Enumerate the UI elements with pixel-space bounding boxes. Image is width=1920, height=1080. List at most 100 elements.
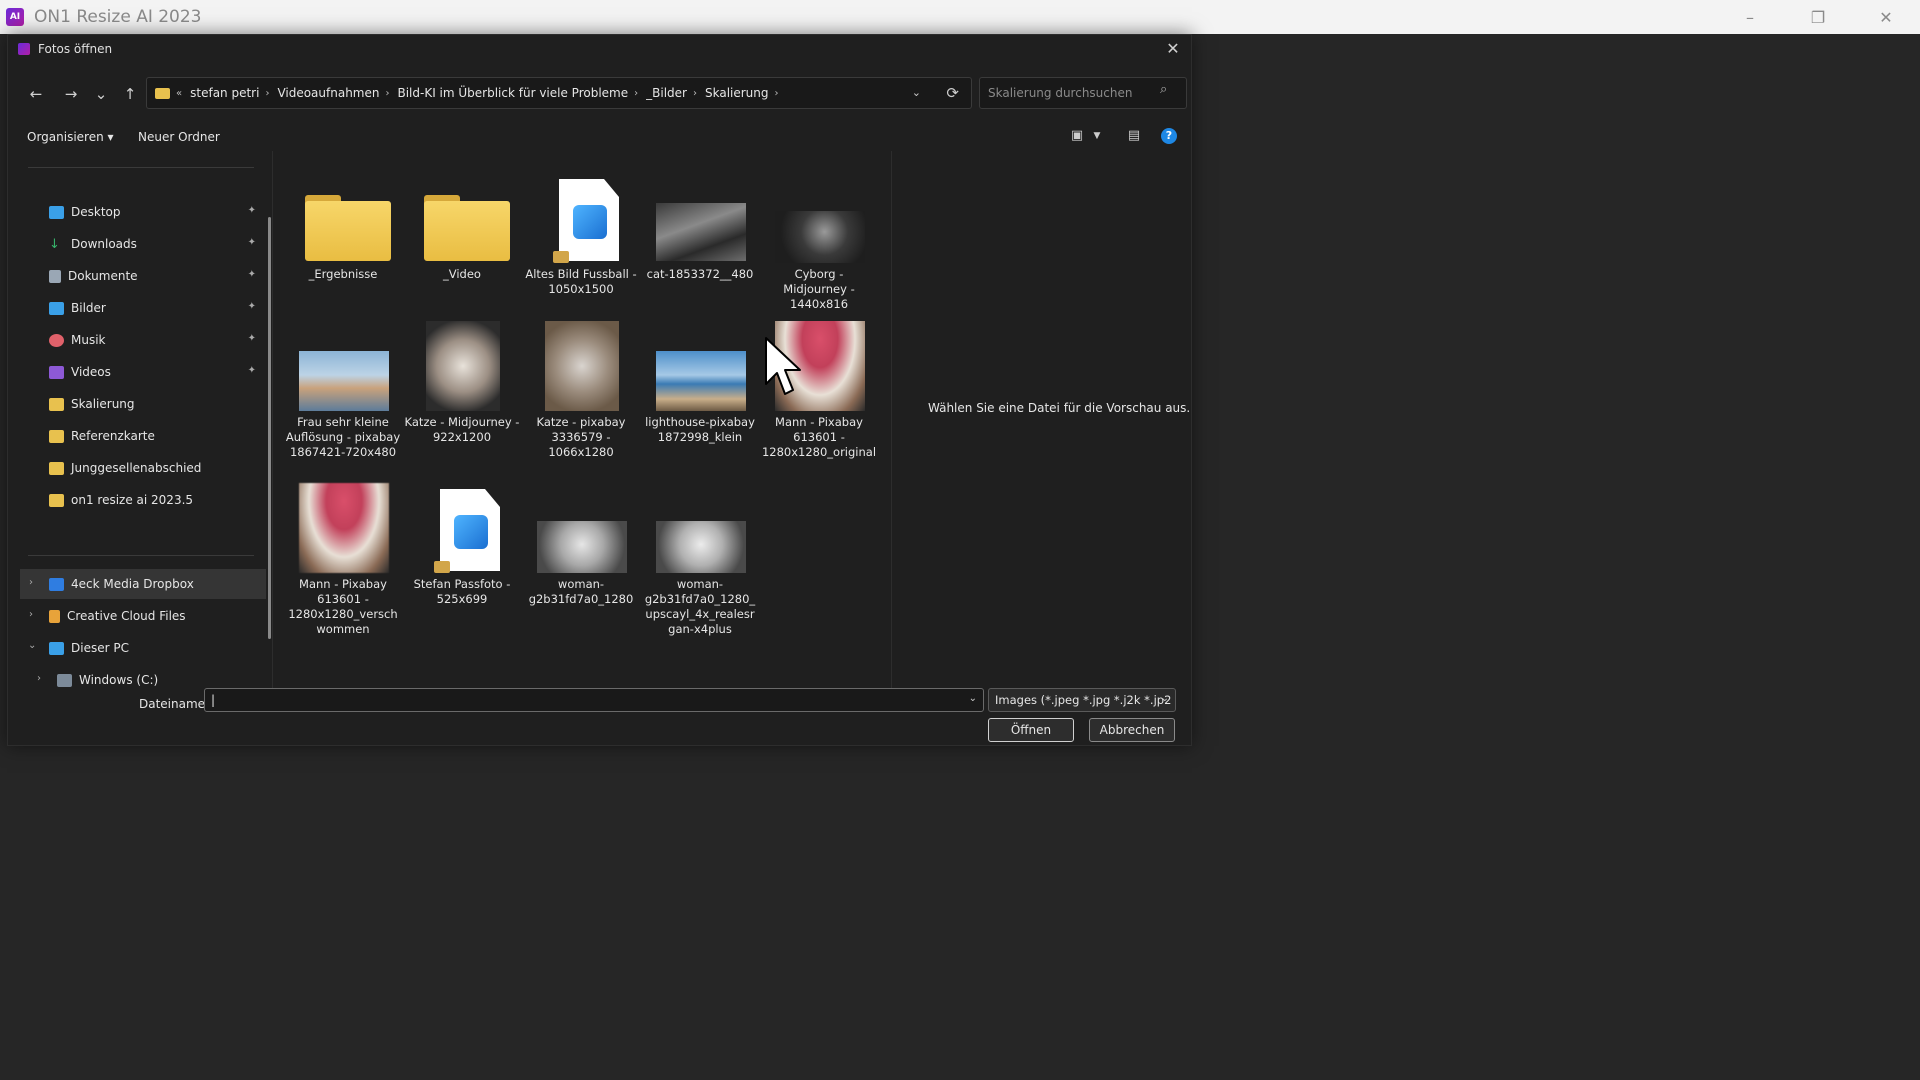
folder-icon [404,167,520,265]
photo-thumbnail [523,477,639,575]
photo-thumbnail [523,315,639,413]
back-button[interactable]: ← [25,83,47,105]
address-dropdown-icon[interactable]: ⌄ [912,86,921,99]
videos-icon [49,365,64,379]
minimize-button[interactable]: – [1716,0,1784,34]
pin-icon: ✦ [247,237,256,248]
filename-input[interactable]: | ⌄ [204,688,984,712]
close-window-button[interactable]: ✕ [1852,0,1920,34]
pc-icon [49,641,64,655]
folder-icon [49,461,64,475]
sidebar-item-videos[interactable]: Videos ✦ [20,357,266,387]
breadcrumb-separator[interactable]: › [775,88,779,99]
photo-thumbnail [404,315,520,413]
folder-icon [155,87,170,99]
help-icon[interactable]: ? [1161,128,1177,144]
document-icon [49,269,61,283]
sidebar-divider [28,555,254,556]
creative-cloud-icon [49,609,60,623]
breadcrumb-item[interactable]: Skalierung [705,86,769,100]
pictures-icon [49,301,64,315]
search-input[interactable]: Skalierung durchsuchen [979,77,1187,109]
maximize-button[interactable]: ❐ [1784,0,1852,34]
file-type-select[interactable]: Images (*.jpeg *.jpg *.j2k *.jp2 * ⌄ [988,688,1176,712]
up-button[interactable]: ↑ [119,83,141,105]
pin-icon: ✦ [247,205,256,216]
chevron-down-icon[interactable]: ⌄ [1161,693,1169,704]
search-icon[interactable]: ⌕ [1160,82,1181,97]
breadcrumb-separator[interactable]: › [634,88,638,99]
chevron-down-icon[interactable]: ⌄ [969,693,977,704]
folder-icon [49,397,64,411]
photo-thumbnail [642,315,758,413]
pin-icon: ✦ [247,269,256,280]
new-folder-button[interactable]: Neuer Ordner [138,130,220,144]
sidebar-item-documents[interactable]: Dokumente ✦ [20,261,266,291]
dialog-close-button[interactable]: ✕ [1163,39,1183,59]
sidebar-item-skalierung[interactable]: Skalierung [20,389,266,419]
app-titlebar: AI ON1 Resize AI 2023 – ❐ ✕ [0,0,1920,34]
app-logo-icon: AI [6,8,24,26]
sidebar-item-dropbox[interactable]: › 4eck Media Dropbox [20,569,266,599]
dialog-title: Fotos öffnen [38,42,113,56]
photo-thumbnail [761,167,877,265]
breadcrumb-item[interactable]: stefan petri [190,86,259,100]
music-icon [49,333,64,347]
dialog-logo-icon [18,43,30,55]
preview-pane-icon[interactable]: ▤ [1126,128,1142,144]
photo-thumbnail [285,477,401,575]
breadcrumb-item[interactable]: Bild-KI im Überblick für viele Probleme [397,86,628,100]
breadcrumb-item[interactable]: Videoaufnahmen [277,86,379,100]
sidebar-item-junggesellenabschied[interactable]: Junggesellenabschied [20,453,266,483]
pin-icon: ✦ [247,301,256,312]
forward-button[interactable]: → [60,83,82,105]
view-mode-icon[interactable]: ▣ [1069,128,1085,144]
sidebar-divider [28,167,254,168]
download-icon: ↓ [49,236,60,252]
folder-icon [49,493,64,507]
dialog-footer: Dateiname: | ⌄ Images (*.jpeg *.jpg *.j2… [8,667,1191,747]
expand-chevron-icon[interactable]: › [29,609,33,620]
file-grid: _Ergebnisse _Video Altes Bild Fussball -… [272,151,892,699]
desktop-icon [49,205,64,219]
breadcrumb-separator[interactable]: › [385,88,389,99]
app-title: ON1 Resize AI 2023 [34,7,202,27]
cancel-button[interactable]: Abbrechen [1089,718,1175,742]
sidebar-item-downloads[interactable]: ↓ Downloads ✦ [20,229,266,259]
dropbox-icon [49,577,64,591]
pin-icon: ✦ [247,333,256,344]
open-button[interactable]: Öffnen [988,718,1074,742]
view-dropdown-icon[interactable]: ▼ [1089,128,1105,144]
image-file-icon [523,167,639,265]
breadcrumb-item[interactable]: _Bilder [646,86,687,100]
sidebar-item-creative-cloud[interactable]: › Creative Cloud Files [20,601,266,631]
organize-menu[interactable]: Organisieren ▾ [27,130,114,144]
filename-label: Dateiname: [139,697,210,711]
breadcrumb-overflow[interactable]: « [176,88,182,99]
sidebar-scrollbar[interactable] [268,217,271,639]
sidebar-item-music[interactable]: Musik ✦ [20,325,266,355]
collapse-chevron-icon[interactable]: ⌄ [28,640,36,651]
preview-placeholder: Wählen Sie eine Datei für die Vorschau a… [928,401,1191,415]
sidebar-item-this-pc[interactable]: ⌄ Dieser PC [20,633,266,663]
recent-locations-button[interactable]: ⌄ [90,83,112,105]
pin-icon: ✦ [247,365,256,376]
window-controls: – ❐ ✕ [1716,0,1920,34]
breadcrumb-separator[interactable]: › [265,88,269,99]
toolbar: Organisieren ▾ Neuer Ordner ▣ ▼ ▤ ? [8,123,1191,151]
mouse-cursor-icon [765,337,801,395]
address-bar[interactable]: « stefan petri › Videoaufnahmen › Bild-K… [146,77,972,109]
navigation-pane: Desktop ✦ ↓ Downloads ✦ Dokumente ✦ Bild… [20,167,272,697]
sidebar-item-referenzkarte[interactable]: Referenzkarte [20,421,266,451]
expand-chevron-icon[interactable]: › [29,577,33,588]
refresh-icon[interactable]: ⟳ [946,84,959,102]
sidebar-item-pictures[interactable]: Bilder ✦ [20,293,266,323]
breadcrumb-separator[interactable]: › [693,88,697,99]
sidebar-item-desktop[interactable]: Desktop ✦ [20,197,266,227]
photo-thumbnail [642,167,758,265]
sidebar-item-on1-resize[interactable]: on1 resize ai 2023.5 [20,485,266,515]
open-file-dialog: Fotos öffnen ✕ ← → ⌄ ↑ « stefan petri › … [7,34,1192,746]
navigation-row: ← → ⌄ ↑ « stefan petri › Videoaufnahmen … [8,75,1191,111]
dialog-titlebar: Fotos öffnen ✕ [8,35,1191,63]
photo-thumbnail [642,477,758,575]
